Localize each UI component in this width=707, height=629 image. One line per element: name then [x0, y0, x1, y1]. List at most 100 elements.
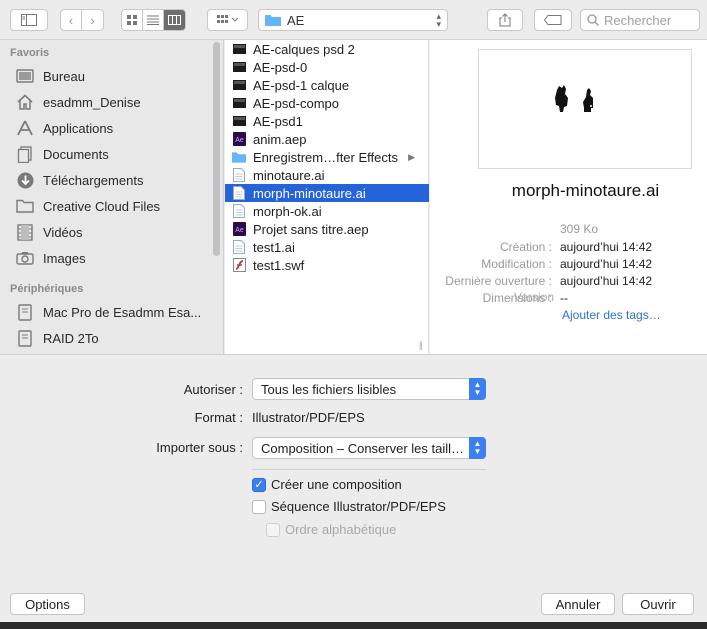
svg-text:Ae: Ae: [235, 137, 244, 144]
file-name: Enregistrem…fter Effects: [253, 149, 398, 165]
preview-filename: morph-minotaure.ai: [511, 181, 660, 200]
path-popup[interactable]: AE ▴ ▾: [258, 9, 448, 31]
updown-icon: ▴ ▾: [436, 11, 441, 29]
meta-opened-label: Dernière ouverture :: [445, 274, 552, 288]
meta-opened-value: aujourd’hui 14:42: [560, 274, 653, 288]
file-name: AE-psd-0: [253, 59, 308, 75]
add-tags-link[interactable]: Ajouter des tags…: [562, 308, 661, 322]
sidebar-item-downloads[interactable]: Téléchargements: [14, 169, 214, 191]
file-name: test1.swf: [253, 257, 305, 273]
import-options-panel: Autoriser : Tous les fichiers lisibles ▲…: [0, 354, 707, 629]
file-name: morph-ok.ai: [253, 203, 322, 219]
file-row[interactable]: AE-psd-compo: [225, 94, 429, 112]
arrange-button[interactable]: [207, 9, 248, 31]
nav-buttons: ‹ ›: [60, 9, 104, 31]
cancel-button[interactable]: Annuler: [541, 593, 615, 615]
alphabetical-order-label: Ordre alphabétique: [285, 522, 397, 537]
sequence-checkbox[interactable]: Séquence Illustrator/PDF/EPS: [252, 499, 446, 514]
sidebar-toggle-button[interactable]: [10, 9, 48, 31]
import-as-label: Importer sous :: [156, 440, 243, 455]
file-row-selected[interactable]: morph-minotaure.ai: [225, 184, 429, 202]
folder-icon: [14, 197, 36, 215]
sidebar-item-label: Applications: [43, 120, 114, 136]
grid-icon: [127, 15, 137, 25]
disclosure-arrow-icon: ▶: [408, 151, 415, 162]
sidebar-item-mac-pro[interactable]: Mac Pro de Esadmm Esa...: [14, 301, 214, 323]
share-button[interactable]: [487, 9, 523, 31]
options-button[interactable]: Options: [10, 593, 85, 615]
ai-file-icon: [232, 204, 246, 218]
open-button[interactable]: Ouvrir: [622, 593, 694, 615]
view-icons-button[interactable]: [122, 10, 143, 30]
file-row[interactable]: Ae anim.aep: [225, 130, 429, 148]
psd-file-icon: [232, 42, 246, 56]
sidebar-item-creative-cloud[interactable]: Creative Cloud Files: [14, 195, 214, 217]
computer-icon: [14, 303, 36, 321]
swf-file-icon: [232, 258, 246, 272]
sidebar-item-bureau[interactable]: Bureau: [14, 65, 214, 87]
search-field[interactable]: [580, 9, 700, 31]
file-row[interactable]: Enregistrem…fter Effects ▶: [225, 148, 429, 166]
allow-label: Autoriser :: [183, 382, 243, 397]
sidebar-item-images[interactable]: Images: [14, 247, 214, 269]
folder-icon: [232, 150, 246, 164]
back-button[interactable]: ‹: [61, 10, 82, 30]
search-icon: [587, 14, 599, 26]
tag-icon: [544, 15, 562, 25]
create-composition-label: Créer une composition: [271, 477, 402, 492]
format-label: Format :: [194, 410, 243, 425]
file-row[interactable]: test1.ai: [225, 238, 429, 256]
sidebar-item-label: Bureau: [43, 68, 85, 84]
toolbar: ‹ › AE ▴ ▾: [0, 0, 707, 40]
view-columns-button[interactable]: [164, 10, 185, 30]
arrange-grid-icon: [216, 15, 238, 23]
columns-icon: [168, 15, 181, 25]
meta-version-label: Version: [513, 290, 554, 304]
forward-button[interactable]: ›: [82, 10, 103, 30]
import-as-popup[interactable]: Composition – Conserver les taill… ▲ ▼: [252, 437, 486, 459]
file-row[interactable]: minotaure.ai: [225, 166, 429, 184]
drive-icon: [14, 329, 36, 347]
devices-heading: Périphériques: [10, 283, 84, 295]
search-input[interactable]: [604, 12, 694, 28]
column-resize-handle[interactable]: ||: [419, 340, 423, 350]
psd-file-icon: [232, 96, 246, 110]
meta-created-value: aujourd’hui 14:42: [560, 240, 653, 254]
psd-file-icon: [232, 114, 246, 128]
folder-icon: [265, 15, 281, 26]
file-row[interactable]: morph-ok.ai: [225, 202, 429, 220]
preview-filesize: 309 Ko: [560, 222, 599, 236]
meta-modified-label: Modification :: [481, 257, 552, 271]
sidebar-item-label: RAID 2To: [43, 330, 99, 346]
film-icon: [14, 223, 36, 241]
sidebar: Favoris Bureau esadmm_Denise Application…: [0, 40, 224, 354]
file-row[interactable]: Ae Projet sans titre.aep: [225, 220, 429, 238]
sidebar-item-label: Vidéos: [43, 224, 83, 240]
file-row[interactable]: AE-psd1: [225, 112, 429, 130]
desktop-icon: [14, 67, 36, 85]
sidebar-item-documents[interactable]: Documents: [14, 143, 214, 165]
file-row[interactable]: AE-calques psd 2: [225, 40, 429, 58]
format-value: Illustrator/PDF/EPS: [252, 410, 365, 425]
sidebar-item-home[interactable]: esadmm_Denise: [14, 91, 214, 113]
favorites-heading: Favoris: [10, 47, 50, 59]
sidebar-item-videos[interactable]: Vidéos: [14, 221, 214, 243]
updown-icon: ▲ ▼: [469, 378, 486, 400]
file-row[interactable]: AE-psd-0: [225, 58, 429, 76]
file-name: Projet sans titre.aep: [253, 221, 369, 237]
file-row[interactable]: test1.swf: [225, 256, 429, 274]
chevron-right-icon: ›: [90, 12, 95, 28]
sidebar-item-applications[interactable]: Applications: [14, 117, 214, 139]
file-name: minotaure.ai: [253, 167, 325, 183]
preview-pane: morph-minotaure.ai 309 Ko Création : auj…: [430, 40, 707, 354]
file-column: AE-calques psd 2 AE-psd-0 AE-psd-1 calqu…: [225, 40, 429, 354]
aep-file-icon: Ae: [232, 222, 246, 236]
sidebar-scrollbar[interactable]: [213, 42, 220, 256]
sidebar-item-raid[interactable]: RAID 2To: [14, 327, 214, 349]
allow-popup[interactable]: Tous les fichiers lisibles ▲ ▼: [252, 378, 486, 400]
create-composition-checkbox[interactable]: ✓ Créer une composition: [252, 477, 402, 492]
file-row[interactable]: AE-psd-1 calque: [225, 76, 429, 94]
view-list-button[interactable]: [143, 10, 164, 30]
sidebar-item-label: Téléchargements: [43, 172, 144, 188]
tags-button[interactable]: [534, 9, 572, 31]
